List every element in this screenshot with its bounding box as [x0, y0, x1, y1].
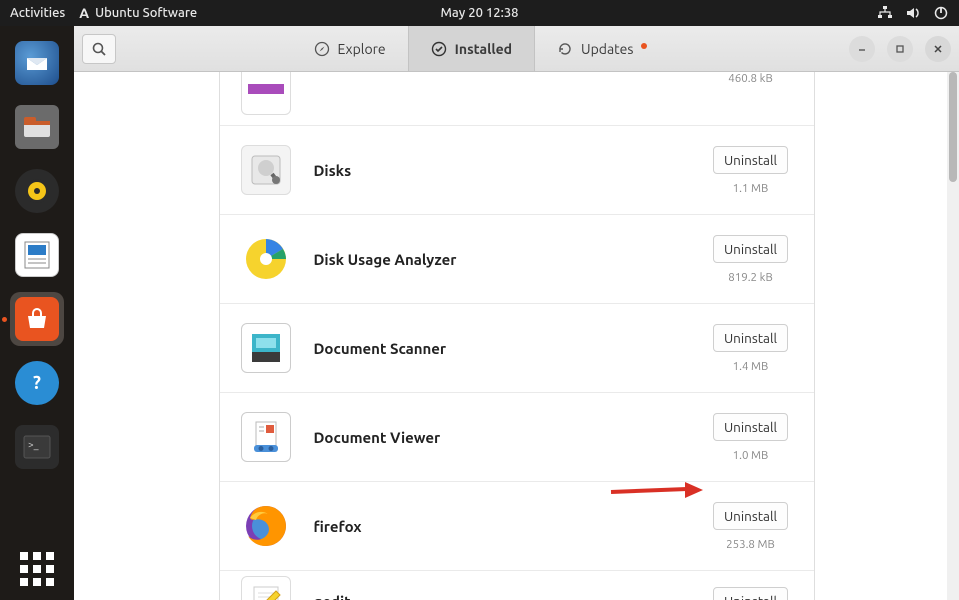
app-icon: [238, 573, 294, 600]
headerbar: Explore Installed Updates: [74, 26, 959, 72]
app-menu[interactable]: A Ubuntu Software: [79, 5, 197, 21]
uninstall-button[interactable]: Uninstall: [713, 502, 788, 530]
power-icon[interactable]: [933, 5, 949, 21]
content-area: 460.8 kB Disks Uninstall 1.1 MB: [74, 72, 959, 600]
view-tabs: Explore Installed Updates: [292, 26, 670, 71]
app-name-label: firefox: [314, 518, 706, 535]
tab-updates-label: Updates: [581, 41, 633, 57]
app-name-label: Document Viewer: [314, 429, 706, 446]
refresh-icon: [557, 41, 573, 57]
updates-indicator-icon: [641, 43, 647, 49]
app-name-label: Disks: [314, 162, 706, 179]
dock-files[interactable]: [10, 100, 64, 154]
compass-icon: [314, 41, 330, 57]
uninstall-button[interactable]: Uninstall: [713, 587, 788, 600]
close-button[interactable]: [925, 36, 951, 62]
app-size-label: 1.1 MB: [733, 182, 769, 195]
dock-rhythmbox[interactable]: [10, 164, 64, 218]
app-size-label: 460.8 kB: [728, 72, 773, 85]
app-size-label: 253.8 MB: [726, 538, 775, 551]
app-name-label: gedit: [314, 593, 706, 600]
installed-apps-list: 460.8 kB Disks Uninstall 1.1 MB: [219, 72, 815, 600]
list-item[interactable]: firefox Uninstall 253.8 MB: [220, 482, 814, 571]
ubuntu-software-window: Explore Installed Updates: [74, 26, 959, 600]
uninstall-button[interactable]: Uninstall: [713, 146, 788, 174]
tab-updates[interactable]: Updates: [535, 26, 669, 71]
search-button[interactable]: [82, 34, 116, 64]
app-size-label: 819.2 kB: [728, 271, 773, 284]
dock-thunderbird[interactable]: [10, 36, 64, 90]
app-icon: [238, 142, 294, 198]
dock-help[interactable]: ?: [10, 356, 64, 410]
minimize-button[interactable]: [849, 36, 875, 62]
svg-text:>_: >_: [28, 439, 39, 450]
app-icon: [238, 231, 294, 287]
check-circle-icon: [431, 41, 447, 57]
network-icon[interactable]: [877, 5, 893, 21]
app-size-label: 1.0 MB: [733, 449, 769, 462]
app-icon: [238, 320, 294, 376]
app-name-label: Document Scanner: [314, 340, 706, 357]
uninstall-button[interactable]: Uninstall: [713, 413, 788, 441]
dock-ubuntu-software[interactable]: [10, 292, 64, 346]
tab-installed[interactable]: Installed: [408, 26, 535, 71]
dock-terminal[interactable]: >_: [10, 420, 64, 474]
uninstall-button[interactable]: Uninstall: [713, 235, 788, 263]
app-icon: [238, 498, 294, 554]
list-item[interactable]: Disk Usage Analyzer Uninstall 819.2 kB: [220, 215, 814, 304]
list-item[interactable]: Document Scanner Uninstall 1.4 MB: [220, 304, 814, 393]
scrollbar[interactable]: [947, 72, 959, 600]
app-name-label: Disk Usage Analyzer: [314, 251, 706, 268]
list-item[interactable]: Document Viewer Uninstall 1.0 MB: [220, 393, 814, 482]
maximize-button[interactable]: [887, 36, 913, 62]
minimize-icon: [857, 44, 867, 54]
tab-installed-label: Installed: [455, 41, 512, 57]
app-menu-title: Ubuntu Software: [95, 6, 197, 20]
close-icon: [933, 44, 943, 54]
show-apps-button[interactable]: [20, 552, 54, 586]
tab-explore-label: Explore: [338, 41, 386, 57]
maximize-icon: [895, 44, 905, 54]
search-icon: [91, 41, 107, 57]
uninstall-button[interactable]: Uninstall: [713, 324, 788, 352]
list-item[interactable]: Disks Uninstall 1.1 MB: [220, 126, 814, 215]
volume-icon[interactable]: [905, 5, 921, 21]
app-icon: [238, 72, 294, 108]
list-item[interactable]: 460.8 kB: [220, 72, 814, 126]
dock: ? >_: [0, 26, 74, 600]
list-item[interactable]: gedit Uninstall: [220, 571, 814, 600]
app-icon: [238, 409, 294, 465]
activities-button[interactable]: Activities: [10, 6, 65, 20]
clock[interactable]: May 20 12:38: [441, 6, 519, 20]
scrollbar-thumb[interactable]: [949, 72, 957, 182]
svg-text:?: ?: [33, 373, 41, 393]
window-controls: [849, 36, 951, 62]
gnome-top-panel: Activities A Ubuntu Software May 20 12:3…: [0, 0, 959, 26]
app-icon-glyph: A: [79, 5, 89, 21]
dock-writer[interactable]: [10, 228, 64, 282]
app-size-label: 1.4 MB: [733, 360, 769, 373]
tab-explore[interactable]: Explore: [292, 26, 408, 71]
